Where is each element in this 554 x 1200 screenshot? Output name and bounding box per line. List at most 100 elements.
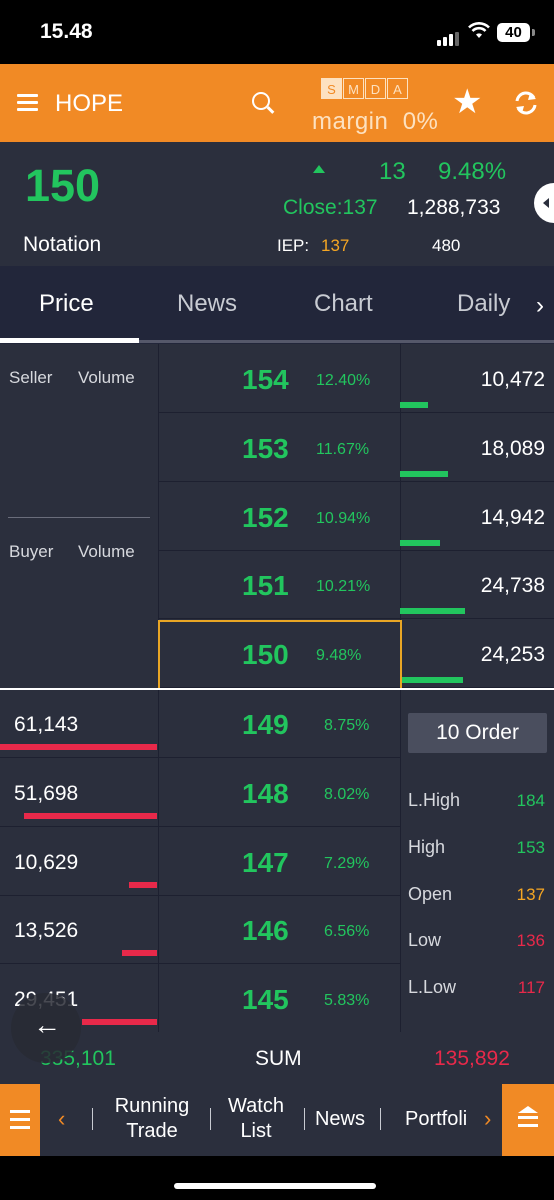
buyer-label: Buyer [9, 542, 54, 561]
tab-price[interactable]: Price [39, 290, 94, 318]
nav-separator [92, 1108, 93, 1130]
mode-m[interactable]: M [343, 78, 364, 99]
orderbook-header-col [0, 344, 159, 688]
wifi-icon [468, 22, 490, 46]
margin-indicator: margin 0% [312, 108, 438, 136]
iep-value: 137 [321, 236, 350, 255]
stock-title[interactable]: HOPE [55, 90, 123, 118]
menu-icon[interactable] [17, 94, 38, 112]
bid-pct: 8.75% [324, 717, 370, 734]
right-panel-divider [400, 690, 401, 1032]
ask-row[interactable]: 153 11.67% [158, 413, 400, 482]
bid-price[interactable]: 145 [242, 984, 289, 1016]
nav-running-trade[interactable]: Running Trade [106, 1094, 198, 1144]
nav-scroll-right-icon[interactable]: › [484, 1106, 491, 1132]
price-change-pct: 9.48% [438, 158, 507, 185]
ask-pct: 11.67% [316, 440, 370, 458]
ask-price[interactable]: 151 [242, 570, 289, 602]
bid-price[interactable]: 149 [242, 709, 289, 741]
iep-label: IEP: [277, 236, 310, 255]
refresh-icon[interactable] [512, 89, 540, 122]
nav-watch-list[interactable]: Watch List [218, 1094, 294, 1144]
notation-label[interactable]: Notation [23, 233, 101, 257]
close-value: 137 [342, 196, 378, 219]
bid-price[interactable]: 148 [242, 778, 289, 810]
bid-pct: 6.56% [324, 923, 370, 941]
ten-order-button[interactable]: 10 Order [408, 713, 547, 753]
stat-label: L.High [408, 790, 461, 810]
home-area [0, 1156, 554, 1200]
stat-value: 117 [517, 978, 545, 997]
nav-news[interactable]: News [310, 1107, 370, 1132]
bid-volume: 51,698 [14, 781, 79, 805]
tab-daily[interactable]: Daily [457, 290, 510, 318]
ask-volume: 14,942 [480, 505, 545, 529]
buyer-volume-label: Volume [78, 542, 135, 561]
ask-price[interactable]: 153 [242, 433, 289, 465]
ask-volume: 24,253 [480, 643, 545, 667]
up-arrow-icon [313, 165, 325, 173]
back-arrow-icon: ← [33, 1009, 61, 1040]
bid-row[interactable]: 149 8.75% [158, 689, 400, 758]
tab-chart[interactable]: Chart [314, 290, 373, 318]
bid-row[interactable]: 148 8.02% [158, 758, 400, 827]
ask-volume-bar [400, 608, 465, 615]
signal-icon [437, 28, 461, 46]
mode-s[interactable]: S [321, 78, 342, 99]
ask-price[interactable]: 154 [242, 364, 289, 396]
bid-row[interactable]: 146 6.56% [158, 895, 400, 965]
ask-volume-bar [400, 470, 448, 477]
stat-value: 184 [516, 791, 545, 810]
book-divider [0, 688, 554, 690]
ask-row[interactable]: 152 10.94% [158, 482, 400, 551]
chevron-right-icon[interactable]: › [536, 292, 544, 320]
bid-pct: 7.29% [324, 854, 370, 872]
total-volume: 1,288,733 [407, 196, 501, 219]
mode-a[interactable]: A [387, 78, 408, 99]
ask-pct: 12.40% [316, 372, 371, 389]
bid-volume-bar [122, 950, 157, 957]
stat-label: High [408, 837, 446, 857]
sum-sell: 135,892 [434, 1047, 510, 1070]
ask-volume-bar [400, 402, 428, 408]
status-time: 15.48 [40, 20, 93, 43]
bid-pct: 8.02% [324, 785, 370, 803]
ask-volume-bar [400, 677, 463, 684]
bid-volume: 61,143 [14, 713, 79, 736]
search-icon[interactable] [252, 92, 270, 110]
nav-separator [380, 1108, 381, 1130]
stat-value: 153 [516, 838, 545, 857]
nav-separator [210, 1108, 211, 1130]
nav-portfolio[interactable]: Portfoli [405, 1107, 485, 1132]
bid-row[interactable]: 147 7.29% [158, 827, 400, 896]
stat-value: 136 [516, 931, 545, 950]
seller-volume-label: Volume [78, 368, 135, 387]
bid-row[interactable]: 145 5.83% [158, 964, 400, 1034]
ask-volume: 18,089 [480, 436, 545, 460]
tab-underline [139, 340, 554, 343]
bid-volume-bar [0, 744, 157, 750]
home-indicator[interactable] [174, 1183, 376, 1189]
bid-price[interactable]: 147 [242, 847, 289, 879]
ask-row[interactable]: 151 10.21% [158, 550, 400, 620]
mode-d[interactable]: D [365, 78, 386, 99]
bid-volume: 10,629 [14, 850, 79, 874]
nav-expand-button[interactable] [502, 1084, 554, 1156]
tab-news[interactable]: News [177, 290, 237, 318]
nav-scroll-left-icon[interactable]: ‹ [58, 1106, 65, 1132]
star-icon[interactable]: ★ [452, 82, 482, 122]
ask-pct: 10.21% [316, 578, 371, 596]
tab-active-indicator [0, 338, 139, 343]
back-button[interactable]: ← [11, 993, 81, 1063]
mode-selector[interactable]: SMDA [321, 78, 409, 99]
close-price: Close:137 [283, 196, 378, 220]
price-change: 13 [379, 158, 406, 185]
close-label: Close: [283, 196, 343, 219]
battery-icon: 40 [497, 23, 530, 42]
nav-menu-button[interactable] [0, 1084, 40, 1156]
ask-row[interactable]: 154 12.40% [158, 344, 400, 413]
nav-separator [304, 1108, 305, 1130]
ask-price[interactable]: 152 [242, 502, 289, 534]
bid-volume-bar [24, 812, 157, 819]
bid-price[interactable]: 146 [242, 915, 289, 947]
